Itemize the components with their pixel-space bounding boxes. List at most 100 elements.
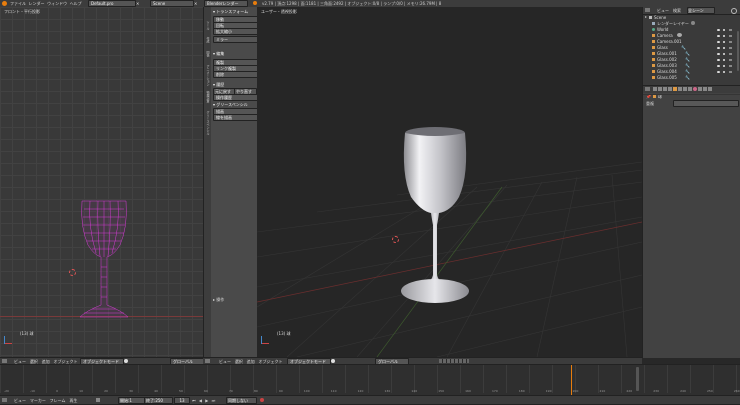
wrench-icon[interactable]: 🔧 [685, 51, 690, 56]
camera-data-icon[interactable] [677, 33, 682, 37]
outliner-scrollbar[interactable] [737, 31, 739, 71]
outliner-row[interactable]: レンダーレイヤー [643, 21, 735, 26]
keying-icon[interactable] [260, 398, 264, 402]
left-3d-cursor[interactable] [69, 269, 76, 276]
scene-tab-icon[interactable] [663, 87, 667, 91]
modifiers-tab-icon[interactable] [683, 87, 687, 91]
timeline-marker-menu[interactable]: マーカー [30, 398, 46, 403]
wrench-icon[interactable]: 🔧 [685, 75, 690, 80]
eye-icon[interactable] [717, 59, 720, 61]
left-3d-viewport[interactable]: フロント・平行投影 (13) 球 [0, 7, 203, 357]
panel-grease-pencil-header[interactable]: ▾ グリースペンシル [213, 102, 248, 107]
timeline-editor-type-icon[interactable] [2, 398, 7, 402]
material-tab-icon[interactable] [693, 87, 697, 91]
properties-field-label: 重複 [646, 101, 654, 106]
wrench-icon[interactable]: 🔧 [681, 45, 686, 50]
cursor-select-icon[interactable] [723, 29, 725, 75]
particles-tab-icon[interactable] [703, 87, 707, 91]
tool-shelf-tabs: ツール 作成 関係 アニメーション 物理演算 グリースペンシル [204, 7, 211, 357]
render-toggle-icon[interactable] [729, 29, 732, 75]
constraints-tab-icon[interactable] [678, 87, 682, 91]
eye-icon[interactable] [717, 35, 720, 37]
wrench-icon[interactable]: 🔧 [685, 69, 690, 74]
eye-icon[interactable] [717, 53, 720, 55]
right-3d-cursor[interactable] [392, 236, 399, 243]
left-editor-type-icon[interactable] [2, 359, 7, 363]
properties-tab-bar [643, 86, 740, 93]
timeline-playback-menu[interactable]: 再生 [69, 398, 77, 403]
wrench-icon[interactable]: 🔧 [685, 57, 690, 62]
blender-icon[interactable] [2, 1, 7, 6]
mesh-icon [652, 64, 655, 67]
right-shading-icon[interactable] [331, 359, 335, 363]
rendered-wine-glass[interactable] [397, 125, 477, 310]
scene-select[interactable]: Scene [150, 0, 194, 7]
camera-toggle-icon[interactable] [691, 21, 695, 25]
tab-relations[interactable]: 関係 [205, 51, 210, 57]
playback-controls[interactable]: ⏮ ◀ ▶ ⏭ [192, 398, 216, 403]
panel-history-header[interactable]: ▾ 履歴 [213, 82, 224, 87]
tab-grease-pencil[interactable]: グリースペンシル [205, 111, 210, 135]
expand-icon[interactable] [645, 16, 647, 18]
panel-transform-header[interactable]: ▾ トランスフォーム [213, 9, 248, 14]
eye-icon[interactable] [717, 41, 720, 43]
timeline-area[interactable]: -20 -10 0 10 20 30 40 50 60 70 80 90 100 110 120 130 140… [0, 364, 740, 396]
undo-history-button[interactable]: 操作履歴 [213, 94, 259, 101]
eye-icon[interactable] [717, 47, 720, 49]
menu-window[interactable]: ウィンドウ [47, 1, 67, 6]
eye-icon[interactable] [717, 71, 720, 73]
outliner-row[interactable]: Scene [643, 15, 735, 20]
left-shading-icon[interactable] [124, 359, 128, 363]
render-engine-select[interactable]: Blenderレンダー [204, 0, 248, 7]
object-tab-icon[interactable] [673, 87, 677, 91]
timeline-scrollbar[interactable] [636, 367, 639, 391]
texture-tab-icon[interactable] [698, 87, 702, 91]
operator-panel[interactable]: ▸ 操作 [213, 297, 224, 302]
timeline-frame-menu[interactable]: フレーム [50, 398, 66, 403]
outliner-display-select[interactable]: 全シーン [687, 7, 715, 14]
menu-render[interactable]: レンダー [29, 1, 45, 6]
physics-tab-icon[interactable] [708, 87, 712, 91]
tab-animation[interactable]: アニメーション [205, 65, 210, 86]
outliner-search-icon[interactable] [731, 8, 737, 14]
layout-close-icon[interactable]: ✕ [136, 1, 139, 6]
properties-editor: 📌 球 重複 [642, 85, 740, 358]
data-tab-icon[interactable] [688, 87, 692, 91]
render-tab-icon[interactable] [653, 87, 657, 91]
left-axis-gizmo-z [4, 336, 5, 344]
properties-field-value[interactable] [673, 100, 739, 107]
scene-close-icon[interactable]: ✕ [194, 1, 197, 6]
eye-icon[interactable] [717, 65, 720, 67]
right-object-label: (13) 球 [277, 331, 291, 336]
mesh-icon [652, 52, 655, 55]
menu-file[interactable]: ファイル [10, 1, 26, 6]
preview-range-icon[interactable] [96, 398, 100, 402]
outliner-editor-icon[interactable] [645, 8, 650, 12]
layer-buttons-icon[interactable] [439, 359, 469, 363]
properties-editor-icon[interactable] [645, 87, 650, 91]
panel-edit-header[interactable]: ▾ 編集 [213, 51, 224, 56]
layers-tab-icon[interactable] [658, 87, 662, 91]
layout-select[interactable]: Default.pro [88, 0, 136, 7]
tab-create[interactable]: 作成 [205, 37, 210, 43]
delete-button[interactable]: 削除 [213, 71, 259, 78]
eye-icon[interactable] [717, 29, 720, 31]
camera-icon [652, 34, 655, 37]
mirror-button[interactable]: ミラー [213, 36, 259, 43]
tab-physics[interactable]: 物理演算 [205, 91, 210, 103]
gp-line-button[interactable]: 線を描画 [213, 114, 259, 121]
wrench-icon[interactable]: 🔧 [685, 63, 690, 68]
scale-button[interactable]: 拡大縮小 [213, 28, 259, 35]
outliner-header: ビュー 検索 全シーン [643, 7, 740, 15]
tab-tools[interactable]: ツール [205, 21, 210, 30]
timeline-view-menu[interactable]: ビュー [14, 398, 26, 403]
world-tab-icon[interactable] [668, 87, 672, 91]
left-view-label: フロント・平行投影 [4, 9, 40, 14]
mesh-icon [652, 58, 655, 61]
outliner-view-menu[interactable]: ビュー [657, 8, 669, 13]
outliner-search-menu[interactable]: 検索 [673, 8, 681, 13]
right-3d-viewport[interactable]: ユーザー・透視投影 (13) 球 [257, 7, 642, 357]
right-editor-type-icon[interactable] [205, 359, 210, 363]
wireframe-wine-glass[interactable] [70, 197, 138, 322]
menu-help[interactable]: ヘルプ [70, 1, 82, 6]
